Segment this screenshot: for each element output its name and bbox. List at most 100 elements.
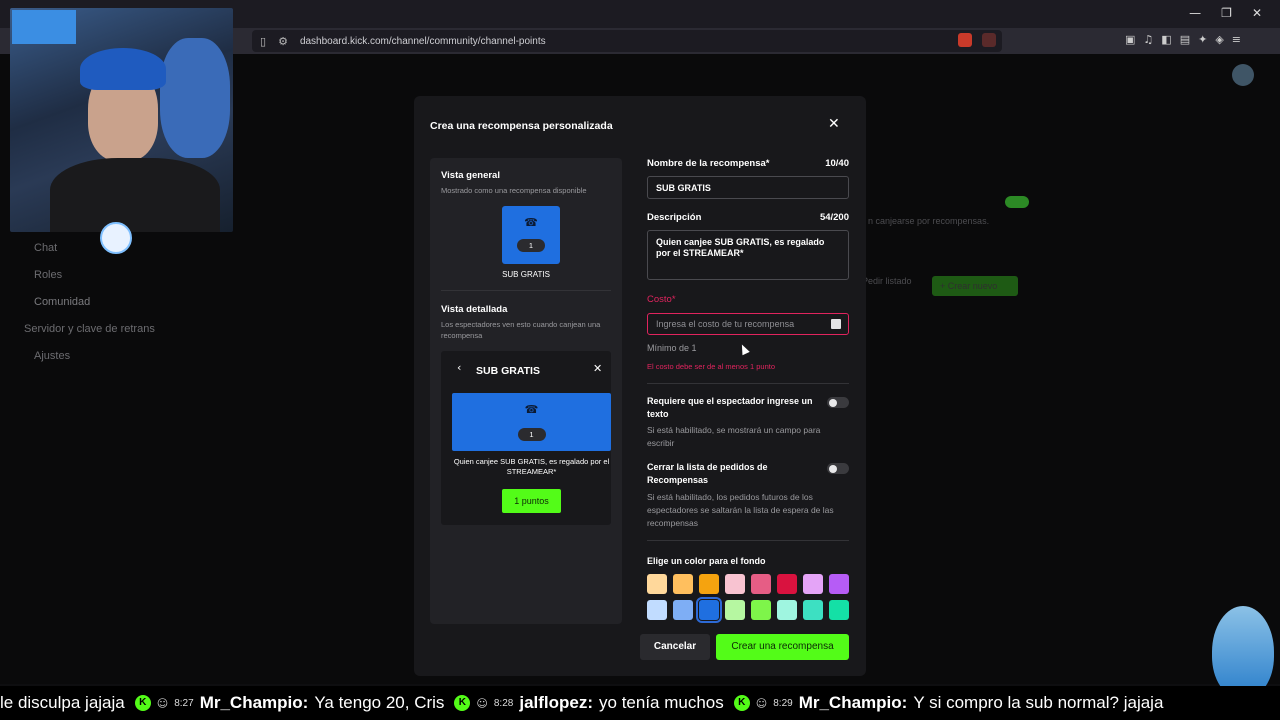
cam-body <box>50 158 220 232</box>
background-create-button: + Crear nuevo <box>932 276 1018 296</box>
detail-card: ‹ SUB GRATIS ✕ ☎ 1 Quien canjee SUB GRAT… <box>441 351 611 525</box>
color-swatch[interactable] <box>803 574 823 594</box>
detail-view-subtitle: Los espectadores ven esto cuando canjean… <box>441 320 601 340</box>
cam-plush-toy <box>160 38 230 158</box>
webcam-overlay <box>10 8 233 232</box>
ticker-text: le disculpa jajaja <box>0 693 125 712</box>
rewards-icon[interactable] <box>982 33 996 47</box>
skip-queue-toggle[interactable] <box>827 463 849 474</box>
close-window-icon[interactable]: ✕ <box>1252 6 1262 20</box>
ticker-time: 8:27 <box>174 697 194 709</box>
require-text-toggle[interactable] <box>827 397 849 408</box>
detail-card-description: Quien canjee SUB GRATIS, es regalado por… <box>453 457 610 476</box>
sidebar-item-servidor[interactable]: Servidor y clave de retrans <box>24 323 155 335</box>
ticker-message: le disculpa jajaja <box>0 693 125 713</box>
color-swatch[interactable] <box>803 600 823 620</box>
color-swatch[interactable] <box>751 574 771 594</box>
skip-queue-description: Si está habilitado, los pedidos futuros … <box>647 492 834 528</box>
user-icon: ☺ <box>476 696 488 710</box>
general-view-title: Vista general <box>441 170 500 181</box>
url-text[interactable]: dashboard.kick.com/channel/community/cha… <box>300 36 546 47</box>
site-settings-icon[interactable]: ⚙ <box>278 35 288 48</box>
color-swatch[interactable] <box>725 600 745 620</box>
skip-queue-title: Cerrar la lista de pedidos de Recompensa… <box>647 462 768 485</box>
ticker-message: K ☺ 8:27 Mr_Champio: Ya tengo 20, Cris <box>134 693 445 713</box>
kick-logo-icon: K <box>733 695 750 711</box>
ai-icon[interactable]: ✦ <box>1198 33 1207 46</box>
stream-logo-icon <box>100 222 132 254</box>
shield-icon[interactable]: ◈ <box>1215 33 1223 46</box>
name-char-count: 10/40 <box>825 158 849 169</box>
description-char-count: 54/200 <box>819 212 849 223</box>
modal-title: Crea una recompensa personalizada <box>430 120 613 132</box>
create-reward-button[interactable]: Crear una recompensa <box>716 634 849 660</box>
gift-icon: ☎ <box>524 403 539 416</box>
window-controls: — ❐ ✕ <box>1189 6 1262 20</box>
user-icon: ☺ <box>755 696 768 710</box>
music-icon[interactable]: ♫ <box>1143 33 1153 46</box>
cancel-button[interactable]: Cancelar <box>640 634 710 660</box>
wallet-icon[interactable]: ▤ <box>1180 33 1190 46</box>
name-label: Nombre de la recompensa* <box>647 158 770 169</box>
cam-monitor <box>12 10 76 44</box>
ticker-text: Y si compro la sub normal? jajaja <box>913 693 1164 712</box>
color-label: Elige un color para el fondo <box>647 556 766 566</box>
sidebar-icon[interactable]: ◧ <box>1161 33 1171 46</box>
reward-name-input[interactable]: SUB GRATIS <box>647 176 849 199</box>
sidebar-item-chat[interactable]: Chat <box>34 242 57 254</box>
cost-input[interactable]: Ingresa el costo de tu recompensa <box>647 313 849 335</box>
color-swatch[interactable] <box>673 600 693 620</box>
minimize-icon[interactable]: — <box>1189 6 1201 20</box>
chevron-left-icon: ‹ <box>457 361 462 374</box>
color-swatch[interactable] <box>829 600 849 620</box>
tile-count: 1 <box>517 239 545 252</box>
bookmark-icon[interactable]: ▯ <box>260 35 266 48</box>
description-label: Descripción <box>647 212 702 223</box>
sidebar-item-ajustes[interactable]: Ajustes <box>34 350 70 362</box>
color-swatch[interactable] <box>725 574 745 594</box>
cam-cap <box>80 48 166 90</box>
menu-icon[interactable]: ≡ <box>1232 33 1241 46</box>
background-text: n canjearse por recompensas. <box>868 216 990 226</box>
ticker-username: Mr_Champio: <box>798 693 908 712</box>
chat-ticker: le disculpa jajaja K ☺ 8:27 Mr_Champio: Ya te… <box>0 686 1280 720</box>
preview-panel: Vista general Mostrado como una recompen… <box>430 158 622 624</box>
detail-card-title: SUB GRATIS <box>476 365 540 377</box>
cost-label: Costo* <box>647 294 676 305</box>
color-swatch[interactable] <box>647 600 667 620</box>
address-bar[interactable]: ▯ ⚙ dashboard.kick.com/channel/community… <box>252 30 1002 52</box>
ticker-message: K ☺ 8:29 Mr_Champio: Y si compro la sub norm… <box>733 693 1164 713</box>
description-textarea[interactable]: Quien canjee SUB GRATIS, es regalado por… <box>647 230 849 280</box>
screenshot-icon[interactable]: ▣ <box>1125 33 1135 46</box>
sidebar-item-comunidad[interactable]: Comunidad <box>34 296 90 308</box>
brave-shield-icon[interactable] <box>958 33 972 47</box>
detail-card-tile: ☎ 1 <box>452 393 611 451</box>
color-swatch[interactable] <box>699 574 719 594</box>
color-swatch[interactable] <box>777 600 797 620</box>
background-toggle <box>1005 196 1029 208</box>
color-swatch[interactable] <box>751 600 771 620</box>
gift-icon: ☎ <box>524 216 538 229</box>
color-swatch[interactable] <box>829 574 849 594</box>
close-icon[interactable]: ✕ <box>828 116 840 132</box>
background-list-button: Pedir listado <box>862 276 912 286</box>
create-reward-modal: Crea una recompensa personalizada ✕ Vist… <box>414 96 866 676</box>
ticker-message: K ☺ 8:28 jalflopez: yo tenía muchos <box>454 693 724 713</box>
color-swatch[interactable] <box>673 574 693 594</box>
user-icon: ☺ <box>156 696 169 710</box>
ticker-username: jalflopez: <box>519 693 594 712</box>
require-text-title: Requiere que el espectador ingrese un te… <box>647 396 813 419</box>
ticker-username: Mr_Champio: <box>199 693 309 712</box>
stepper-icon[interactable] <box>831 319 841 329</box>
form-divider <box>647 383 849 384</box>
color-swatch[interactable] <box>696 597 722 623</box>
browser-toolbar: ▣ ♫ ◧ ▤ ✦ ◈ ≡ <box>1125 33 1241 46</box>
user-avatar[interactable] <box>1232 64 1254 86</box>
ticker-time: 8:28 <box>493 697 514 709</box>
ticker-text: Ya tengo 20, Cris <box>314 693 445 712</box>
color-swatch[interactable] <box>777 574 797 594</box>
sidebar-item-roles[interactable]: Roles <box>34 269 62 281</box>
color-swatch[interactable] <box>647 574 667 594</box>
general-view-subtitle: Mostrado como una recompensa disponible <box>441 186 587 195</box>
maximize-icon[interactable]: ❐ <box>1221 6 1232 20</box>
